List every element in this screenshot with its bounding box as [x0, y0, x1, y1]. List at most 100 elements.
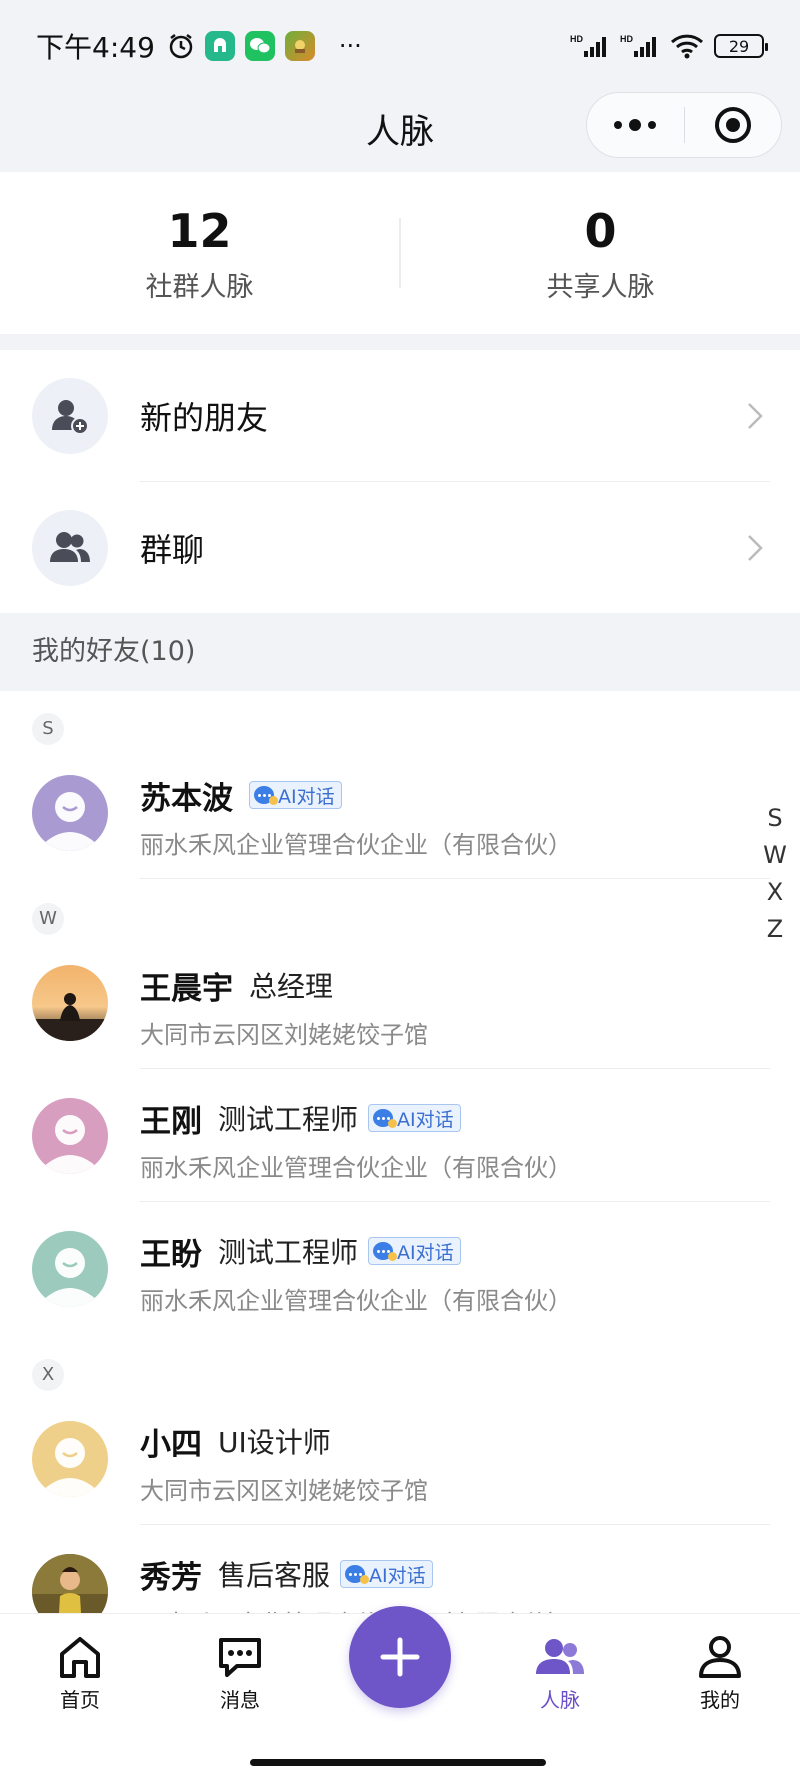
menu-item-group-chats[interactable]: 群聊: [0, 482, 800, 614]
friend-name: 王刚: [140, 1103, 202, 1140]
more-button[interactable]: [587, 93, 684, 157]
status-right: HD HD 29: [570, 33, 768, 59]
friend-item[interactable]: 秀芳 售后客服 AI对话 丽水禾风企业管理合伙企业（有限合伙）: [0, 1526, 800, 1613]
friend-name: 王盼: [140, 1236, 202, 1273]
stat-label: 社群人脉: [145, 271, 254, 303]
home-indicator[interactable]: [250, 1759, 546, 1766]
friend-item[interactable]: 王盼 测试工程师 AI对话 丽水禾风企业管理合伙企业（有限合伙）: [0, 1203, 800, 1335]
friends-section-title: 我的好友(10): [0, 613, 800, 691]
plus-icon: [380, 1637, 420, 1677]
menu-item-new-friends[interactable]: 新的朋友: [0, 350, 800, 482]
friend-name-row: 王盼 测试工程师 AI对话: [140, 1231, 461, 1273]
friend-company: 丽水禾风企业管理合伙企业（有限合伙）: [140, 1287, 572, 1315]
tab-home[interactable]: 首页: [0, 1614, 160, 1745]
ai-chat-badge[interactable]: AI对话: [368, 1104, 461, 1132]
svg-text:HD: HD: [620, 34, 633, 44]
friend-list: S 苏本波 AI对话 丽水禾风企业管理合伙企业（有限合伙） W 王晨宇 总经理 …: [0, 691, 800, 1613]
tab-messages[interactable]: 消息: [160, 1614, 320, 1745]
group-letter: X: [32, 1359, 64, 1391]
ai-chat-badge[interactable]: AI对话: [368, 1237, 461, 1265]
friend-name: 秀芳: [140, 1559, 202, 1596]
friend-name-row: 小四 UI设计师: [140, 1421, 341, 1463]
friend-title: 测试工程师: [218, 1236, 359, 1269]
signal-icon-2: HD: [620, 34, 656, 57]
contacts-menu: 新的朋友 群聊: [0, 350, 800, 613]
divider: [140, 1068, 770, 1069]
avatar: [32, 965, 108, 1041]
more-dots-icon: [614, 119, 657, 131]
index-letter[interactable]: Z: [760, 911, 790, 948]
miniprogram-capsule: [586, 92, 782, 158]
friend-name: 小四: [140, 1426, 202, 1463]
friend-name-row: 王刚 测试工程师 AI对话: [140, 1098, 461, 1140]
ai-badge-label: AI对话: [397, 1241, 454, 1264]
friend-item[interactable]: 小四 UI设计师 大同市云冈区刘姥姥饺子馆: [0, 1393, 800, 1525]
tab-profile[interactable]: 我的: [640, 1614, 800, 1745]
header: 人脉: [0, 92, 800, 172]
avatar: [32, 1421, 108, 1497]
stat-shared-contacts[interactable]: 0 共享人脉: [401, 203, 800, 304]
home-icon: [60, 1637, 100, 1678]
tab-label: 人脉: [540, 1688, 580, 1712]
tab-label: 消息: [220, 1688, 260, 1712]
index-letter[interactable]: X: [760, 874, 790, 911]
profile-icon: [699, 1636, 741, 1678]
friend-item[interactable]: 苏本波 AI对话 丽水禾风企业管理合伙企业（有限合伙）: [0, 747, 800, 879]
add-button[interactable]: [349, 1606, 451, 1708]
index-letter[interactable]: S: [760, 800, 790, 837]
friend-title: 售后客服: [218, 1559, 331, 1592]
alarm-icon: [169, 34, 193, 59]
avatar: [32, 775, 108, 851]
battery-level: 29: [728, 36, 750, 56]
stat-label: 共享人脉: [546, 271, 655, 303]
ai-badge-label: AI对话: [397, 1108, 454, 1131]
tab-contacts[interactable]: 人脉: [480, 1614, 640, 1745]
status-time: 下午4:49: [36, 31, 155, 64]
menu-label: 群聊: [140, 531, 205, 569]
friend-item[interactable]: 王晨宇 总经理 大同市云冈区刘姥姥饺子馆: [0, 937, 800, 1069]
target-icon: [714, 107, 751, 143]
wechat-icon: [244, 31, 275, 61]
status-app-icons: ···: [167, 31, 362, 61]
index-letter[interactable]: W: [760, 837, 790, 874]
add-user-icon: [32, 378, 108, 454]
chat-bubble-icon: [254, 786, 278, 805]
group-letter: W: [32, 903, 64, 935]
avatar: [32, 1098, 108, 1174]
friend-name-row: 苏本波 AI对话: [140, 775, 342, 817]
status-bar: 下午4:49 ··· HD HD 29: [0, 0, 800, 92]
friend-title: UI设计师: [218, 1426, 331, 1459]
chat-bubble-icon: [345, 1565, 370, 1584]
friend-company: 丽水禾风企业管理合伙企业（有限合伙）: [140, 1154, 572, 1182]
stat-value: 12: [167, 203, 232, 258]
contacts-icon: [536, 1639, 584, 1674]
ai-chat-badge[interactable]: AI对话: [340, 1560, 433, 1588]
more-notifications-icon: ···: [338, 32, 362, 60]
close-miniprogram-button[interactable]: [685, 93, 782, 157]
group-letter: S: [32, 713, 64, 745]
ai-badge-label: AI对话: [278, 785, 335, 808]
friend-item[interactable]: 王刚 测试工程师 AI对话 丽水禾风企业管理合伙企业（有限合伙）: [0, 1070, 800, 1202]
chat-bubble-icon: [373, 1109, 398, 1128]
battery-icon: 29: [714, 34, 768, 58]
tab-label: 首页: [60, 1688, 100, 1712]
stats-panel: 12 社群人脉 0 共享人脉: [0, 172, 800, 334]
ai-chat-badge[interactable]: AI对话: [249, 781, 342, 809]
friend-company: 大同市云冈区刘姥姥饺子馆: [140, 1477, 428, 1505]
avatar: [32, 1231, 108, 1307]
svg-text:HD: HD: [570, 34, 583, 44]
alphabet-index[interactable]: S W X Z: [760, 800, 790, 948]
friend-title: 测试工程师: [218, 1103, 359, 1136]
group-icon: [32, 510, 108, 586]
stat-community-contacts[interactable]: 12 社群人脉: [0, 203, 399, 304]
friend-name-row: 王晨宇 总经理: [140, 965, 343, 1007]
friend-name: 苏本波: [140, 780, 233, 817]
divider: [140, 1201, 770, 1202]
ai-badge-label: AI对话: [369, 1564, 426, 1587]
divider: [140, 878, 770, 879]
friend-company: 大同市云冈区刘姥姥饺子馆: [140, 1021, 428, 1049]
friend-title: 总经理: [249, 970, 334, 1003]
chevron-right-icon: [748, 535, 763, 561]
stat-value: 0: [584, 203, 617, 258]
wifi-icon: [670, 34, 704, 59]
